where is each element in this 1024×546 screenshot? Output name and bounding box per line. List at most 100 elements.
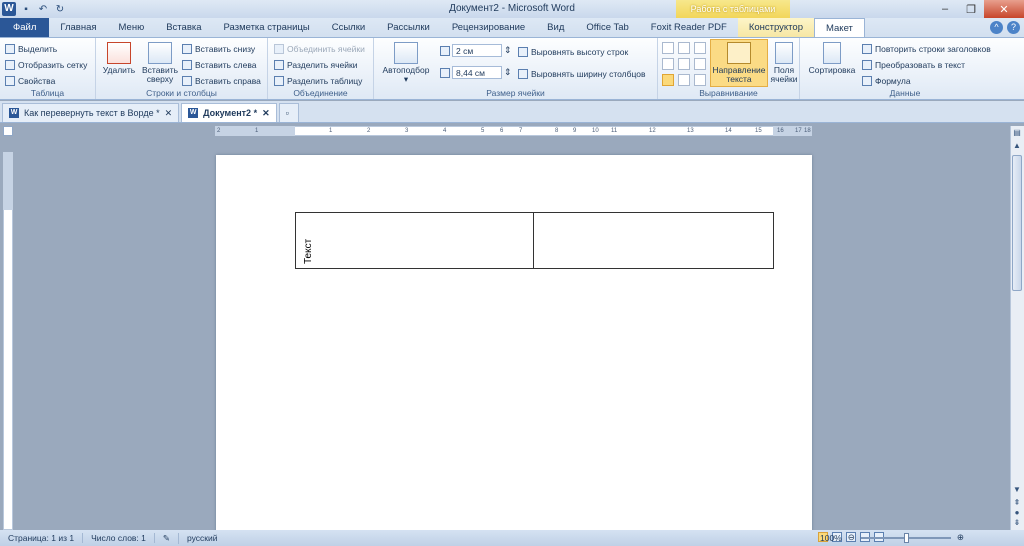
spin-arrows-icon[interactable]: ⇕ xyxy=(504,45,512,56)
align-top-center-icon[interactable] xyxy=(678,42,690,54)
align-middle-right-icon[interactable] xyxy=(694,58,706,70)
align-middle-left-icon[interactable] xyxy=(662,58,674,70)
insert-left-icon xyxy=(182,60,192,70)
view-gridlines-button[interactable]: Отобразить сетку xyxy=(5,57,87,73)
document-table[interactable]: Текст xyxy=(295,212,774,269)
next-page-icon[interactable]: ⇟ xyxy=(1012,518,1022,528)
close-icon[interactable]: ✕ xyxy=(984,0,1024,18)
word-count[interactable]: Число слов: 1 xyxy=(83,533,155,543)
scrollbar-thumb[interactable] xyxy=(1012,155,1022,291)
minimize-ribbon-icon[interactable]: ^ xyxy=(990,21,1003,34)
align-top-left-icon[interactable] xyxy=(662,42,674,54)
convert-to-text-button[interactable]: Преобразовать в текст xyxy=(862,57,991,73)
cell-margins-button[interactable]: Поля ячейки xyxy=(770,42,798,84)
spin-arrows-icon[interactable]: ⇕ xyxy=(504,67,512,78)
tab-mailings[interactable]: Рассылки xyxy=(376,18,441,38)
properties-button[interactable]: Свойства xyxy=(5,73,87,89)
delete-button[interactable]: Удалить xyxy=(102,42,136,75)
align-bottom-center-icon[interactable] xyxy=(678,74,690,86)
tab-design[interactable]: Конструктор xyxy=(737,18,814,38)
ruler-label: 1 xyxy=(329,128,333,134)
language[interactable]: русский xyxy=(179,533,226,543)
page-count[interactable]: Страница: 1 из 1 xyxy=(0,533,84,543)
insert-right-button[interactable]: Вставить справа xyxy=(182,73,261,89)
scroll-down-icon[interactable]: ▼ xyxy=(1012,485,1022,495)
alignment-grid xyxy=(662,42,706,86)
formula-button[interactable]: Формула xyxy=(862,73,991,89)
table-cell[interactable]: Текст xyxy=(296,213,534,268)
ruler-label: 12 xyxy=(649,128,656,134)
tab-selector-icon[interactable] xyxy=(3,126,13,136)
zoom-slider-knob[interactable] xyxy=(903,532,909,543)
ruler-toggle-icon[interactable]: ▤ xyxy=(1012,128,1022,138)
insert-left-button[interactable]: Вставить слева xyxy=(182,57,261,73)
insert-below-button[interactable]: Вставить снизу xyxy=(182,41,261,57)
row-height-stepper[interactable]: 2 см ⇕ xyxy=(440,44,512,57)
split-cells-icon xyxy=(274,60,284,70)
cell-text-rotated[interactable]: Текст xyxy=(303,239,314,264)
zoom-slider[interactable] xyxy=(860,532,951,543)
convert-text-icon xyxy=(862,60,872,70)
distribute-rows-button[interactable]: Выровнять высоту строк xyxy=(518,44,646,60)
insert-above-icon xyxy=(148,42,172,64)
doc-tab-1[interactable]: W Как перевернуть текст в Ворде * ✕ xyxy=(2,103,180,122)
previous-page-icon[interactable]: ⇞ xyxy=(1012,498,1022,508)
column-width-stepper[interactable]: 8,44 см ⇕ xyxy=(440,66,512,79)
merge-cells-button[interactable]: Объединить ячейки xyxy=(274,41,365,57)
ruler-label: 11 xyxy=(611,128,618,134)
split-cells-button[interactable]: Разделить ячейки xyxy=(274,57,365,73)
help-icon[interactable]: ? xyxy=(1007,21,1020,34)
tab-office-tab[interactable]: Office Tab xyxy=(575,18,639,38)
align-top-right-icon[interactable] xyxy=(694,42,706,54)
tab-review[interactable]: Рецензирование xyxy=(441,18,536,38)
tab-view[interactable]: Вид xyxy=(536,18,575,38)
tab-menu[interactable]: Меню xyxy=(108,18,156,38)
cell-margins-icon xyxy=(775,42,793,64)
text-direction-icon xyxy=(727,42,751,64)
ruler-label: 3 xyxy=(405,128,409,134)
row-height-field[interactable]: 2 см xyxy=(452,44,502,57)
browse-object-icon[interactable]: ● xyxy=(1012,508,1022,518)
text-direction-button[interactable]: Направление текста xyxy=(710,39,768,87)
close-tab-icon[interactable]: ✕ xyxy=(165,108,173,119)
restore-icon[interactable]: ❐ xyxy=(958,0,984,18)
insert-above-button[interactable]: Вставить сверху xyxy=(140,42,180,84)
zoom-in-icon[interactable]: ⊕ xyxy=(957,532,964,543)
tab-layout[interactable]: Макет xyxy=(814,18,865,39)
tab-page-layout[interactable]: Разметка страницы xyxy=(213,18,321,38)
window-controls: – ❐ ✕ xyxy=(932,0,1024,18)
select-button[interactable]: Выделить xyxy=(5,41,87,57)
ruler-label: 4 xyxy=(443,128,447,134)
column-width-field[interactable]: 8,44 см xyxy=(452,66,502,79)
tab-file[interactable]: Файл xyxy=(0,18,50,38)
group-data: Сортировка Повторить строки заголовков П… xyxy=(800,38,1010,99)
group-merge: Объединить ячейки Разделить ячейки Разде… xyxy=(268,38,374,99)
sort-icon xyxy=(823,42,841,64)
minimize-icon[interactable]: – xyxy=(932,0,958,18)
group-label: Строки и столбцы xyxy=(146,88,217,98)
align-bottom-right-icon[interactable] xyxy=(694,74,706,86)
row-height-icon xyxy=(440,45,450,56)
distribute-columns-button[interactable]: Выровнять ширину столбцов xyxy=(518,66,646,82)
doc-tab-2[interactable]: W Документ2 * ✕ xyxy=(181,103,277,122)
sort-button[interactable]: Сортировка xyxy=(806,42,858,75)
doc-tab-label: Как перевернуть текст в Ворде * xyxy=(24,108,160,118)
split-table-button[interactable]: Разделить таблицу xyxy=(274,73,365,89)
tab-insert[interactable]: Вставка xyxy=(155,18,212,38)
scroll-up-icon[interactable]: ▲ xyxy=(1012,141,1022,151)
insert-below-icon xyxy=(182,44,192,54)
align-bottom-left-icon[interactable] xyxy=(662,74,674,86)
zoom-out-icon[interactable]: ⊖ xyxy=(848,532,855,543)
tab-references[interactable]: Ссылки xyxy=(321,18,376,38)
new-tab-button[interactable]: ▫ xyxy=(278,103,299,122)
tab-foxit[interactable]: Foxit Reader PDF xyxy=(640,18,738,38)
doc-tab-label: Документ2 * xyxy=(203,108,258,118)
close-tab-icon[interactable]: ✕ xyxy=(262,108,270,119)
table-cell[interactable] xyxy=(534,213,773,268)
tab-home[interactable]: Главная xyxy=(49,18,107,38)
autofit-button[interactable]: Автоподбор ▾ xyxy=(380,42,432,84)
repeat-header-rows-button[interactable]: Повторить строки заголовков xyxy=(862,41,991,57)
zoom-level[interactable]: 100% xyxy=(820,533,842,543)
proofing-icon[interactable]: ✎ xyxy=(155,532,180,544)
align-middle-center-icon[interactable] xyxy=(678,58,690,70)
